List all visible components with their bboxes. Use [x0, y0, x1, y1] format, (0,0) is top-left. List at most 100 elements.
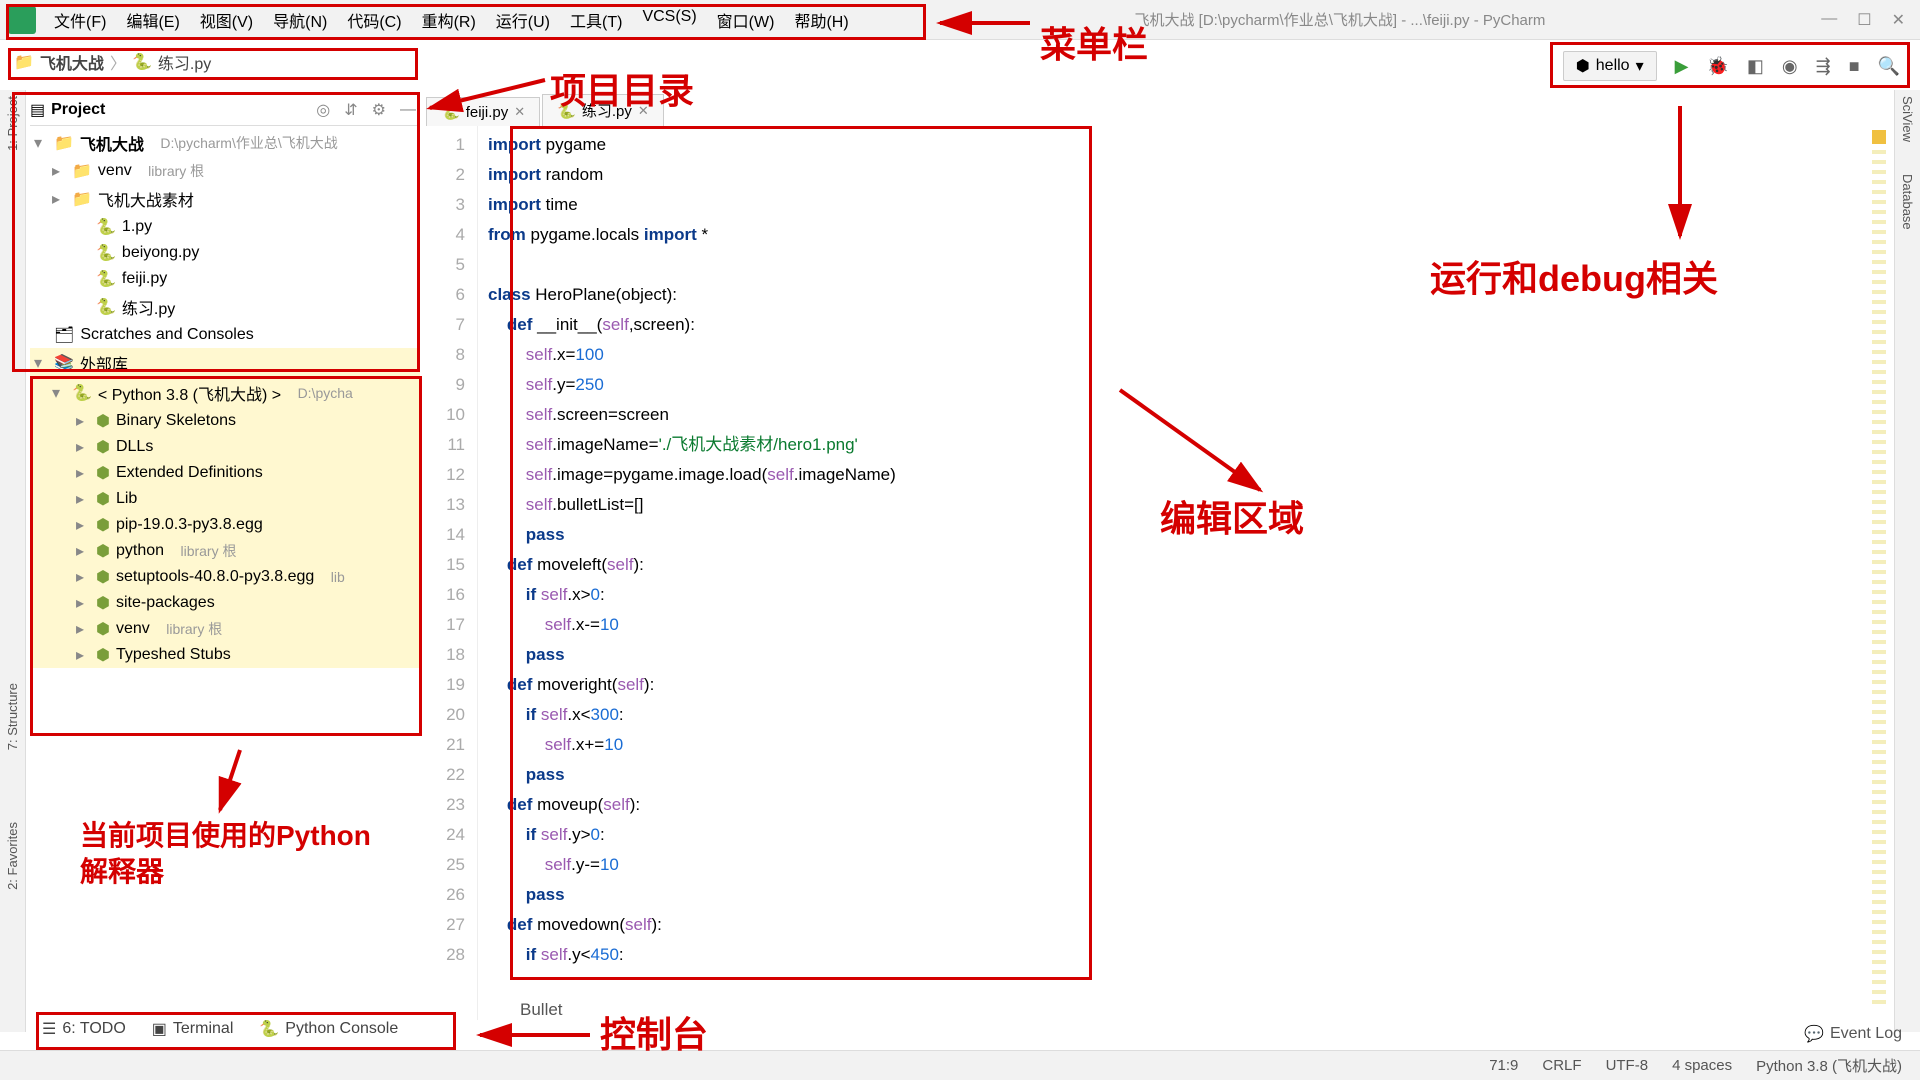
error-stripe[interactable] [1872, 130, 1886, 1010]
tab-lianxi[interactable]: 🐍练习.py✕ [542, 94, 664, 126]
coverage-button[interactable]: ◧ [1747, 56, 1764, 77]
tree-item-python-sdk[interactable]: < Python 3.8 (飞机大战) > [98, 381, 281, 405]
debug-button[interactable]: 🐞 [1706, 56, 1728, 77]
folder-icon: 📁 [72, 189, 92, 209]
python-file-icon: 🐍 [96, 269, 116, 289]
event-log-tool[interactable]: 💬Event Log [1804, 1024, 1902, 1044]
run-button[interactable]: ▶ [1675, 56, 1689, 77]
breadcrumb-file[interactable]: 练习.py [158, 50, 211, 74]
tree-lib[interactable]: ▸⬢setuptools-40.8.0-py3.8.egg lib [30, 564, 420, 590]
status-caret-pos[interactable]: 71:9 [1489, 1057, 1518, 1074]
structure-tool-tab[interactable]: 7: Structure [5, 683, 20, 750]
status-indent[interactable]: 4 spaces [1672, 1057, 1732, 1074]
status-bar: 71:9 CRLF UTF-8 4 spaces Python 3.8 (飞机大… [0, 1050, 1920, 1080]
python-console-tool[interactable]: 🐍Python Console [259, 1019, 398, 1039]
python-file-icon: 🐍 [132, 52, 152, 72]
python-icon: 🐍 [259, 1019, 279, 1039]
gear-icon[interactable]: ⚙ [368, 100, 390, 120]
menu-item[interactable]: 视图(V) [190, 2, 263, 38]
warning-marker[interactable] [1872, 130, 1886, 144]
close-tab-icon[interactable]: ✕ [638, 103, 649, 119]
tree-item-venv[interactable]: venv [98, 162, 132, 180]
run-config-selector[interactable]: ⬢hello▾ [1563, 51, 1657, 81]
tree-lib[interactable]: ▸⬢venv library 根 [30, 616, 420, 642]
status-line-ending[interactable]: CRLF [1542, 1057, 1581, 1074]
search-everywhere-icon[interactable]: 🔍 [1878, 56, 1900, 77]
library-icon: ⬢ [96, 411, 110, 431]
tree-file[interactable]: 🐍feiji.py [30, 266, 420, 292]
close-tab-icon[interactable]: ✕ [514, 104, 525, 120]
menu-item[interactable]: 窗口(W) [707, 2, 785, 38]
tree-lib[interactable]: ▸⬢Binary Skeletons [30, 408, 420, 434]
status-encoding[interactable]: UTF-8 [1606, 1057, 1649, 1074]
database-tab[interactable]: Database [1900, 174, 1915, 230]
stop-button[interactable]: ■ [1849, 56, 1860, 77]
menu-item[interactable]: 重构(R) [412, 2, 486, 38]
folder-icon: 📁 [54, 133, 74, 153]
library-icon: ⬢ [96, 619, 110, 639]
project-tool-icon: ▤ [30, 100, 45, 120]
collapse-icon[interactable]: ⇵ [340, 100, 361, 120]
target-icon[interactable]: ◎ [312, 100, 334, 120]
tree-file[interactable]: 🐍1.py [30, 214, 420, 240]
python-icon: 🐍 [72, 383, 92, 403]
project-tool-tab[interactable]: 1: Project [5, 96, 20, 151]
project-tree[interactable]: ▾📁飞机大战 D:\pycharm\作业总\飞机大战 ▸📁venv librar… [30, 128, 420, 990]
app-icon [8, 6, 36, 34]
tree-lib[interactable]: ▸⬢Lib [30, 486, 420, 512]
tree-file[interactable]: 🐍练习.py [30, 292, 420, 322]
chevron-down-icon: ▾ [1636, 56, 1644, 76]
editor-breadcrumb[interactable]: Bullet [520, 1000, 563, 1020]
library-icon: ⬢ [96, 593, 110, 613]
favorites-tool-tab[interactable]: 2: Favorites [5, 822, 20, 890]
menu-item[interactable]: 编辑(E) [116, 2, 189, 38]
minimize-icon[interactable]: — [1821, 10, 1837, 30]
status-interpreter[interactable]: Python 3.8 (飞机大战) [1756, 1055, 1902, 1076]
code-editor[interactable]: 1234567891011121314151617181920212223242… [426, 126, 1892, 1020]
menu-item[interactable]: VCS(S) [632, 2, 706, 38]
folder-icon: 📁 [72, 161, 92, 181]
breadcrumb-root[interactable]: 飞机大战 [40, 50, 104, 74]
tree-lib[interactable]: ▸⬢DLLs [30, 434, 420, 460]
profile-button[interactable]: ◉ [1782, 56, 1798, 77]
library-icon: ⬢ [96, 437, 110, 457]
project-panel-title: Project [51, 101, 105, 119]
todo-tool[interactable]: ☰6: TODO [42, 1019, 126, 1039]
python-file-icon: 🐍 [96, 217, 116, 237]
menu-item[interactable]: 工具(T) [560, 2, 632, 38]
hide-icon[interactable]: — [396, 101, 420, 119]
menu-item[interactable]: 运行(U) [486, 2, 560, 38]
menu-item[interactable]: 代码(C) [337, 2, 411, 38]
chevron-right-icon: 〉 [110, 50, 126, 74]
breadcrumb: 📁 飞机大战 〉 🐍 练习.py [14, 44, 211, 80]
tree-lib[interactable]: ▸⬢site-packages [30, 590, 420, 616]
tree-file[interactable]: 🐍beiyong.py [30, 240, 420, 266]
code-area[interactable]: import pygameimport randomimport timefro… [478, 126, 1892, 1020]
run-toolbar: ⬢hello▾ ▶ 🐞 ◧ ◉ ⇶ ■ 🔍 [1563, 48, 1900, 84]
terminal-tool[interactable]: ▣Terminal [152, 1019, 234, 1039]
line-gutter: 1234567891011121314151617181920212223242… [426, 126, 478, 1020]
attach-button[interactable]: ⇶ [1816, 56, 1831, 77]
menu-item[interactable]: 文件(F) [44, 2, 116, 38]
tree-lib[interactable]: ▸⬢pip-19.0.3-py3.8.egg [30, 512, 420, 538]
tree-item-assets[interactable]: 飞机大战素材 [98, 187, 194, 211]
scratches-icon: 🗂 [54, 325, 74, 345]
menu-item[interactable]: 导航(N) [263, 2, 337, 38]
bubble-icon: 💬 [1804, 1024, 1824, 1044]
tree-lib[interactable]: ▸⬢Typeshed Stubs [30, 642, 420, 668]
library-icon: ⬢ [96, 541, 110, 561]
tree-lib[interactable]: ▸⬢Extended Definitions [30, 460, 420, 486]
menu-item[interactable]: 帮助(H) [784, 2, 858, 38]
close-icon[interactable]: ✕ [1892, 10, 1905, 30]
maximize-icon[interactable]: ☐ [1857, 10, 1871, 30]
library-icon: 📚 [54, 353, 74, 373]
tree-item-external-libs[interactable]: 外部库 [80, 351, 128, 375]
tree-item-scratches[interactable]: Scratches and Consoles [80, 326, 253, 344]
project-root[interactable]: 飞机大战 [80, 131, 144, 155]
list-icon: ☰ [42, 1019, 56, 1039]
sciview-tab[interactable]: SciView [1900, 96, 1915, 142]
tree-lib[interactable]: ▸⬢python library 根 [30, 538, 420, 564]
right-tool-strip: SciView Database [1894, 90, 1920, 1032]
library-icon: ⬢ [96, 567, 110, 587]
tab-feiji[interactable]: 🐍feiji.py✕ [426, 97, 540, 126]
